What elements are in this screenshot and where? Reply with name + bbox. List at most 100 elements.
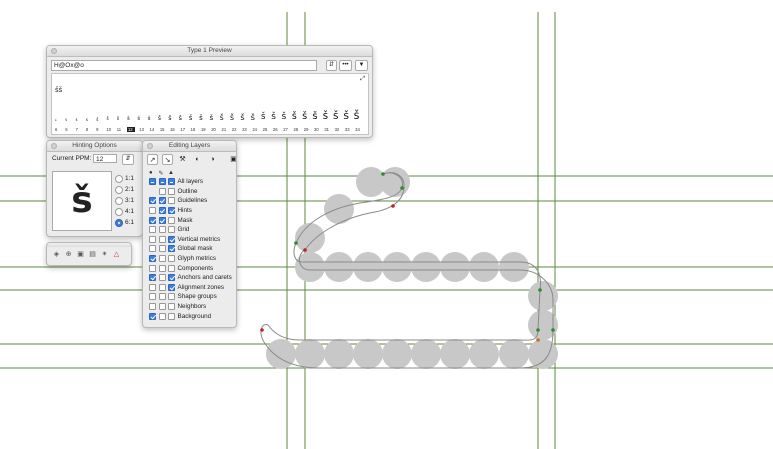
layers-titlebar[interactable]: Editing Layers — [143, 141, 236, 152]
pen-icon[interactable]: ↘ — [162, 154, 173, 165]
editing-layers-panel[interactable]: Editing Layers ↗ ↘ ⚒ ◐ ◑ ▣ ● ✎ ▲ All layers Outl… — [142, 140, 237, 328]
layer-checkbox[interactable] — [149, 178, 156, 186]
layer-checkbox[interactable] — [168, 303, 175, 311]
layer-checkbox[interactable] — [168, 226, 175, 234]
preview-size-label[interactable]: 25 — [263, 127, 269, 132]
half-circle-icon[interactable]: ◐ — [192, 154, 203, 165]
ratio-radio[interactable] — [115, 218, 123, 227]
preview-size-label[interactable]: 21 — [222, 127, 228, 132]
preview-text-input[interactable]: H@Ox@o — [51, 60, 317, 71]
close-icon[interactable] — [51, 143, 57, 149]
layer-checkbox[interactable] — [158, 283, 166, 291]
layer-checkbox[interactable] — [168, 255, 175, 263]
tools-titlebar[interactable] — [47, 243, 131, 247]
ppm-stepper-icon[interactable]: ⇵ — [122, 154, 134, 165]
resize-icon[interactable]: ⤢ — [360, 76, 365, 83]
layer-checkbox[interactable] — [158, 207, 166, 215]
preview-size-label[interactable]: 10 — [106, 127, 112, 132]
layer-checkbox[interactable] — [158, 264, 166, 272]
triangle-down-icon[interactable]: ▼ — [355, 60, 368, 71]
preview-size-label[interactable]: 27 — [283, 127, 289, 132]
outline-icon[interactable]: △ — [112, 250, 121, 259]
layer-checkbox[interactable] — [168, 178, 175, 186]
layer-checkbox[interactable] — [149, 235, 156, 243]
preview-size-label[interactable]: 29 — [304, 127, 310, 132]
layer-checkbox[interactable] — [158, 178, 166, 186]
preview-size-label[interactable]: 34 — [355, 127, 361, 132]
preview-size-label[interactable]: 11 — [117, 127, 123, 132]
layer-checkbox[interactable] — [168, 283, 175, 291]
layer-checkbox[interactable] — [168, 187, 175, 195]
layer-checkbox[interactable] — [158, 293, 166, 301]
layer-checkbox[interactable] — [158, 245, 166, 253]
preview-size-label[interactable]: 16 — [170, 127, 176, 132]
layer-checkbox[interactable] — [149, 274, 156, 282]
hinting-options-panel[interactable]: Hinting Options Current PPM: 12 ⇵ š 1:1 2… — [46, 140, 143, 237]
preview-size-label[interactable]: 6 — [65, 127, 71, 132]
ratio-radio[interactable] — [115, 174, 123, 183]
ratio-option[interactable]: 2:1 — [115, 184, 134, 195]
preview-size-label[interactable]: 26 — [273, 127, 279, 132]
layer-checkbox[interactable] — [149, 264, 156, 272]
preview-size-label[interactable]: 13 — [139, 127, 145, 132]
preview-size-label[interactable]: 12 — [126, 127, 135, 132]
preview-size-label[interactable]: 7 — [76, 127, 82, 132]
ratio-option[interactable]: 6:1 — [115, 217, 134, 228]
close-icon[interactable] — [147, 143, 153, 149]
layer-checkbox[interactable] — [168, 293, 175, 301]
layer-checkbox[interactable] — [158, 312, 166, 320]
ppm-input[interactable]: 12 — [93, 154, 117, 163]
layer-checkbox[interactable] — [158, 187, 166, 195]
layer-checkbox[interactable] — [149, 245, 156, 253]
knife-icon[interactable]: ⚒ — [177, 154, 188, 165]
ratio-radio[interactable] — [115, 185, 123, 194]
camera-icon[interactable]: ▣ — [76, 250, 85, 259]
layer-checkbox[interactable] — [149, 226, 156, 234]
preview-size-label[interactable]: 15 — [160, 127, 166, 132]
preview-size-label[interactable]: 17 — [180, 127, 186, 132]
layer-checkbox[interactable] — [158, 303, 166, 311]
ratio-radio[interactable] — [115, 207, 123, 216]
updown-stepper-icon[interactable]: ⇵ — [326, 60, 337, 71]
preview-size-label[interactable]: 32 — [335, 127, 341, 132]
shield-icon[interactable]: ◈ — [52, 250, 61, 259]
ratio-radio[interactable] — [115, 196, 123, 205]
layer-checkbox[interactable] — [158, 274, 166, 282]
layer-checkbox[interactable] — [149, 207, 156, 215]
ratio-option[interactable]: 4:1 — [115, 206, 134, 217]
layer-checkbox[interactable] — [149, 312, 156, 320]
layer-checkbox[interactable] — [168, 207, 175, 215]
preview-size-label[interactable]: 14 — [150, 127, 156, 132]
close-icon[interactable] — [51, 48, 57, 54]
layer-checkbox[interactable] — [168, 264, 175, 272]
image-icon[interactable]: ▤ — [88, 250, 97, 259]
preview-size-label[interactable]: 24 — [252, 127, 258, 132]
layer-checkbox[interactable] — [168, 312, 175, 320]
ratio-option[interactable]: 3:1 — [115, 195, 134, 206]
contrast-icon[interactable]: ◑ — [207, 154, 218, 165]
preview-size-label[interactable]: 28 — [293, 127, 299, 132]
globe-icon[interactable]: ⊕ — [64, 250, 73, 259]
layer-checkbox[interactable] — [158, 235, 166, 243]
layer-checkbox[interactable] — [168, 274, 175, 282]
preview-size-label[interactable]: 23 — [242, 127, 248, 132]
preview-size-label[interactable]: 31 — [324, 127, 330, 132]
hinting-titlebar[interactable]: Hinting Options — [47, 141, 142, 152]
ratio-option[interactable]: 1:1 — [115, 173, 134, 184]
save-icon[interactable]: ▣ — [228, 154, 236, 165]
layer-checkbox[interactable] — [149, 283, 156, 291]
layer-checkbox[interactable] — [149, 293, 156, 301]
preview-size-label[interactable]: 9 — [96, 127, 102, 132]
layer-checkbox[interactable] — [168, 235, 175, 243]
layer-checkbox[interactable] — [158, 197, 166, 205]
pointer-icon[interactable]: ↗ — [147, 154, 158, 165]
star-icon[interactable]: ✶ — [100, 250, 109, 259]
preview-size-label[interactable]: 22 — [232, 127, 238, 132]
layer-checkbox[interactable] — [168, 197, 175, 205]
tools-palette[interactable]: ◈ ⊕ ▣ ▤ ✶ △ — [46, 242, 132, 266]
type1-preview-panel[interactable]: Type 1 Preview H@Ox@o ⇵ ••• ▼ ⤢ šš ššššš… — [46, 45, 373, 138]
layer-checkbox[interactable] — [149, 255, 156, 263]
preview-size-label[interactable]: 19 — [201, 127, 207, 132]
layer-checkbox[interactable] — [149, 216, 156, 224]
layer-checkbox[interactable] — [168, 216, 175, 224]
